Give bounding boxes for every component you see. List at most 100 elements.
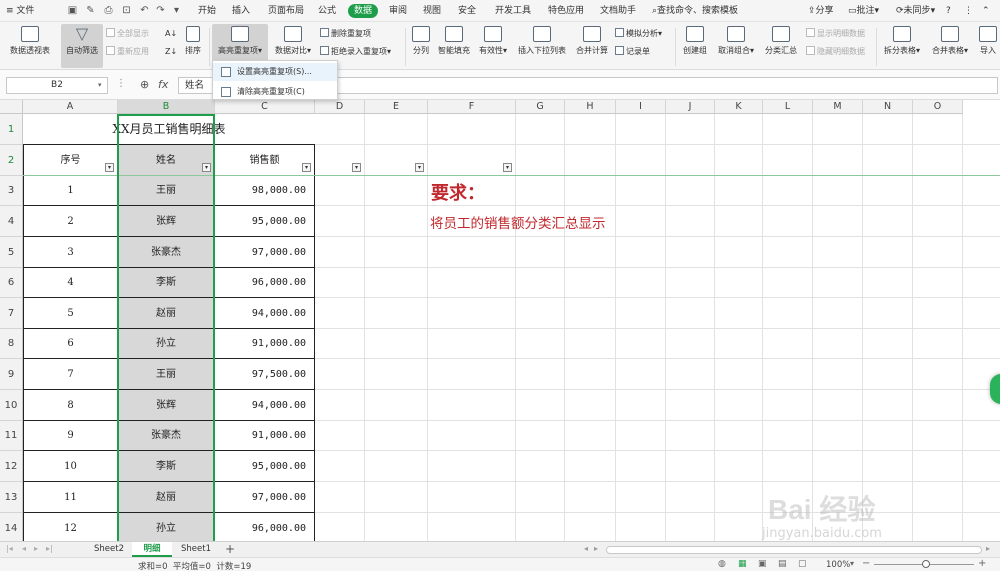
smart-fill-button[interactable]: 智能填充 — [436, 24, 472, 68]
table-cell[interactable]: 97,000.00 — [215, 237, 315, 268]
tab-home[interactable]: 开始 — [198, 4, 216, 18]
tab-insert[interactable]: 插入 — [232, 4, 250, 18]
tab-special[interactable]: 特色应用 — [548, 4, 584, 18]
row-header-10[interactable]: 10 — [0, 390, 23, 421]
column-header-b[interactable]: B — [118, 100, 215, 114]
table-cell[interactable]: 4 — [23, 268, 118, 298]
table-cell[interactable]: 1 — [23, 176, 118, 206]
hide-detail-button[interactable]: 隐藏明细数据 — [806, 46, 865, 58]
share-button[interactable]: ⇪分享 — [808, 4, 834, 18]
table-cell[interactable]: 张辉 — [118, 390, 215, 421]
print-preview-icon[interactable]: ⊡ — [120, 4, 133, 17]
table-cell[interactable]: 98,000.00 — [215, 176, 315, 206]
tab-developer[interactable]: 开发工具 — [495, 4, 531, 18]
eye-protection-icon[interactable]: ◍ — [718, 559, 726, 569]
table-cell[interactable]: 赵丽 — [118, 482, 215, 513]
row-header-7[interactable]: 7 — [0, 298, 23, 329]
sort-button[interactable]: 排序 — [181, 24, 205, 68]
filter-dropdown-icon[interactable]: ▾ — [202, 163, 211, 172]
column-header-k[interactable]: K — [715, 100, 763, 114]
save-icon[interactable]: ▣ — [66, 4, 79, 17]
floating-assistant-button[interactable] — [990, 374, 1000, 404]
read-mode-icon[interactable]: ▢ — [798, 559, 807, 569]
row-header-8[interactable]: 8 — [0, 329, 23, 359]
redo-icon[interactable]: ↷ — [154, 4, 167, 17]
column-header-h[interactable]: H — [565, 100, 616, 114]
filter-dropdown-icon[interactable]: ▾ — [503, 163, 512, 172]
reapply-button[interactable]: 重新应用 — [106, 46, 149, 58]
table-cell[interactable]: 2 — [23, 206, 118, 237]
drag-handle-icon[interactable]: ⋮ — [116, 78, 126, 89]
column-header-c[interactable]: C — [215, 100, 315, 114]
table-cell[interactable]: 7 — [23, 359, 118, 390]
table-cell[interactable]: 95,000.00 — [215, 451, 315, 482]
tab-formulas[interactable]: 公式 — [318, 4, 336, 18]
show-all-button[interactable]: 全部显示 — [106, 28, 149, 40]
table-cell[interactable]: 91,000.00 — [215, 329, 315, 359]
sheet-tab[interactable]: Sheet1 — [174, 542, 218, 557]
collapse-ribbon-icon[interactable]: ⌃ — [982, 4, 990, 18]
table-cell[interactable]: 5 — [23, 298, 118, 329]
table-cell[interactable]: 张辉 — [118, 206, 215, 237]
undo-icon[interactable]: ↶ — [138, 4, 151, 17]
column-header-m[interactable]: M — [813, 100, 863, 114]
tab-data[interactable]: 数据 — [348, 4, 379, 18]
table-cell[interactable]: 96,000.00 — [215, 268, 315, 298]
file-menu[interactable]: ≡ 文件 — [6, 4, 34, 18]
row-header-5[interactable]: 5 — [0, 237, 23, 268]
sort-ascending-icon[interactable]: A↓ — [165, 28, 177, 40]
column-header-i[interactable]: I — [616, 100, 666, 114]
table-cell[interactable]: 95,000.00 — [215, 206, 315, 237]
zoom-level[interactable]: 100% — [826, 560, 850, 570]
table-cell[interactable]: 赵丽 — [118, 298, 215, 329]
set-highlight-duplicates-item[interactable]: 设置高亮重复项(S)... — [213, 63, 337, 81]
import-button[interactable]: 导入 — [976, 24, 1000, 68]
tab-review[interactable]: 审阅 — [389, 4, 407, 18]
row-header-3[interactable]: 3 — [0, 176, 23, 206]
table-cell[interactable]: 王丽 — [118, 359, 215, 390]
table-cell[interactable]: 97,000.00 — [215, 482, 315, 513]
sync-status[interactable]: ⟳未同步▾ — [896, 4, 935, 18]
last-sheet-icon[interactable]: ▸| — [46, 544, 53, 553]
table-cell[interactable]: 孙立 — [118, 329, 215, 359]
filter-dropdown-icon[interactable]: ▾ — [105, 163, 114, 172]
sheet-tab[interactable]: Sheet2 — [88, 542, 130, 557]
filter-dropdown-icon[interactable]: ▾ — [302, 163, 311, 172]
normal-view-icon[interactable]: ▦ — [738, 559, 747, 569]
print-icon[interactable]: ⎙ — [102, 4, 115, 17]
sheet-tab-active[interactable]: 明细 — [132, 542, 172, 557]
table-cell[interactable]: 李斯 — [118, 268, 215, 298]
record-form-button[interactable]: 记录单 — [615, 46, 650, 58]
tab-security[interactable]: 安全 — [458, 4, 476, 18]
horizontal-scrollbar[interactable] — [606, 546, 982, 554]
tab-page-layout[interactable]: 页面布局 — [268, 4, 304, 18]
pivot-table-button[interactable]: 数据透视表 — [6, 24, 54, 68]
page-layout-view-icon[interactable]: ▣ — [758, 559, 767, 569]
column-header-a[interactable]: A — [23, 100, 118, 114]
table-cell[interactable]: 孙立 — [118, 513, 215, 541]
column-header-f[interactable]: F — [428, 100, 516, 114]
table-cell[interactable]: 9 — [23, 421, 118, 451]
row-header-4[interactable]: 4 — [0, 206, 23, 237]
first-sheet-icon[interactable]: |◂ — [6, 544, 13, 553]
command-search[interactable]: ⌕查找命令、搜索模板 — [652, 4, 738, 18]
zoom-dropdown-icon[interactable]: ▾ — [850, 559, 854, 568]
table-header-cell[interactable]: 姓名 ▾ — [118, 145, 215, 176]
filter-dropdown-icon[interactable]: ▾ — [415, 163, 424, 172]
show-detail-button[interactable]: 显示明细数据 — [806, 28, 865, 40]
column-header-d[interactable]: D — [315, 100, 365, 114]
subtotal-button[interactable]: 分类汇总 — [762, 24, 800, 68]
comment-button[interactable]: ▭批注▾ — [848, 4, 879, 18]
row-header-1[interactable]: 1 — [0, 114, 23, 145]
split-table-button[interactable]: 拆分表格▾ — [880, 24, 924, 68]
column-header-j[interactable]: J — [666, 100, 715, 114]
row-header-11[interactable]: 11 — [0, 421, 23, 451]
table-cell[interactable]: 10 — [23, 451, 118, 482]
simulate-analysis-button[interactable]: 模拟分析▾ — [615, 28, 662, 40]
table-cell[interactable]: 97,500.00 — [215, 359, 315, 390]
name-box[interactable]: B2 — [6, 77, 108, 94]
tab-doc-assistant[interactable]: 文档助手 — [600, 4, 636, 18]
table-header-cell[interactable]: 序号 ▾ — [23, 145, 118, 176]
scroll-right-end-icon[interactable]: ▸ — [986, 544, 990, 553]
table-cell[interactable]: 94,000.00 — [215, 390, 315, 421]
